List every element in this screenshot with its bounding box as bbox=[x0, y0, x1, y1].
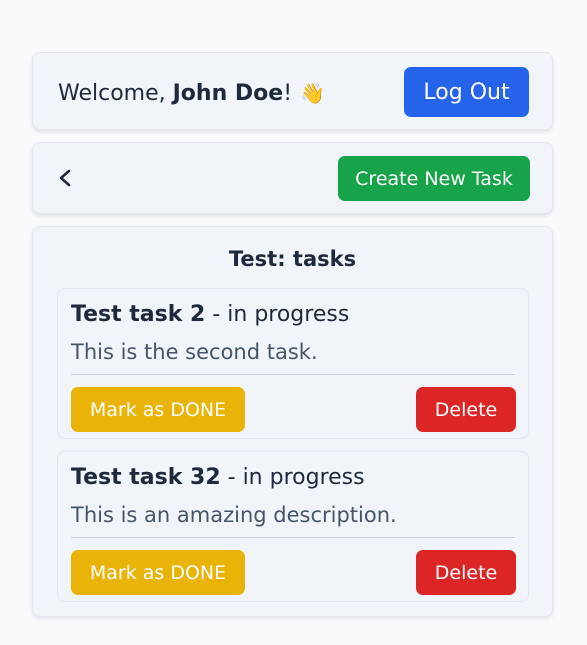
task-card: Test task 32 - in progress This is an am… bbox=[57, 451, 529, 602]
task-divider bbox=[71, 374, 515, 375]
delete-task-button[interactable]: Delete bbox=[416, 550, 516, 595]
back-button[interactable] bbox=[53, 163, 79, 193]
task-divider bbox=[71, 537, 515, 538]
wave-icon: 👋 bbox=[300, 81, 325, 105]
task-description: This is the second task. bbox=[71, 340, 318, 364]
chevron-left-icon bbox=[59, 169, 71, 187]
task-description: This is an amazing description. bbox=[71, 503, 397, 527]
task-status: - in progress bbox=[220, 465, 365, 490]
welcome-header: Welcome, John Doe! 👋 Log Out bbox=[32, 52, 553, 130]
user-name: John Doe bbox=[172, 81, 284, 106]
task-heading: Test task 2 - in progress bbox=[71, 301, 349, 329]
task-name: Test task 2 bbox=[71, 302, 206, 327]
task-card: Test task 2 - in progress This is the se… bbox=[57, 288, 529, 439]
welcome-suffix: ! bbox=[283, 81, 293, 106]
task-list-panel: Test: tasks Test task 2 - in progress Th… bbox=[32, 226, 553, 617]
task-status: - in progress bbox=[205, 302, 350, 327]
task-list-title: Test: tasks bbox=[228, 247, 357, 271]
task-name: Test task 32 bbox=[71, 465, 221, 490]
logout-button[interactable]: Log Out bbox=[404, 67, 529, 117]
delete-task-button[interactable]: Delete bbox=[416, 387, 516, 432]
create-task-button[interactable]: Create New Task bbox=[338, 156, 530, 201]
welcome-message: Welcome, John Doe! 👋 bbox=[58, 79, 325, 108]
task-toolbar: Create New Task bbox=[32, 142, 553, 214]
task-heading: Test task 32 - in progress bbox=[71, 464, 365, 492]
welcome-prefix: Welcome, bbox=[58, 81, 173, 106]
mark-done-button[interactable]: Mark as DONE bbox=[71, 550, 245, 595]
mark-done-button[interactable]: Mark as DONE bbox=[71, 387, 245, 432]
